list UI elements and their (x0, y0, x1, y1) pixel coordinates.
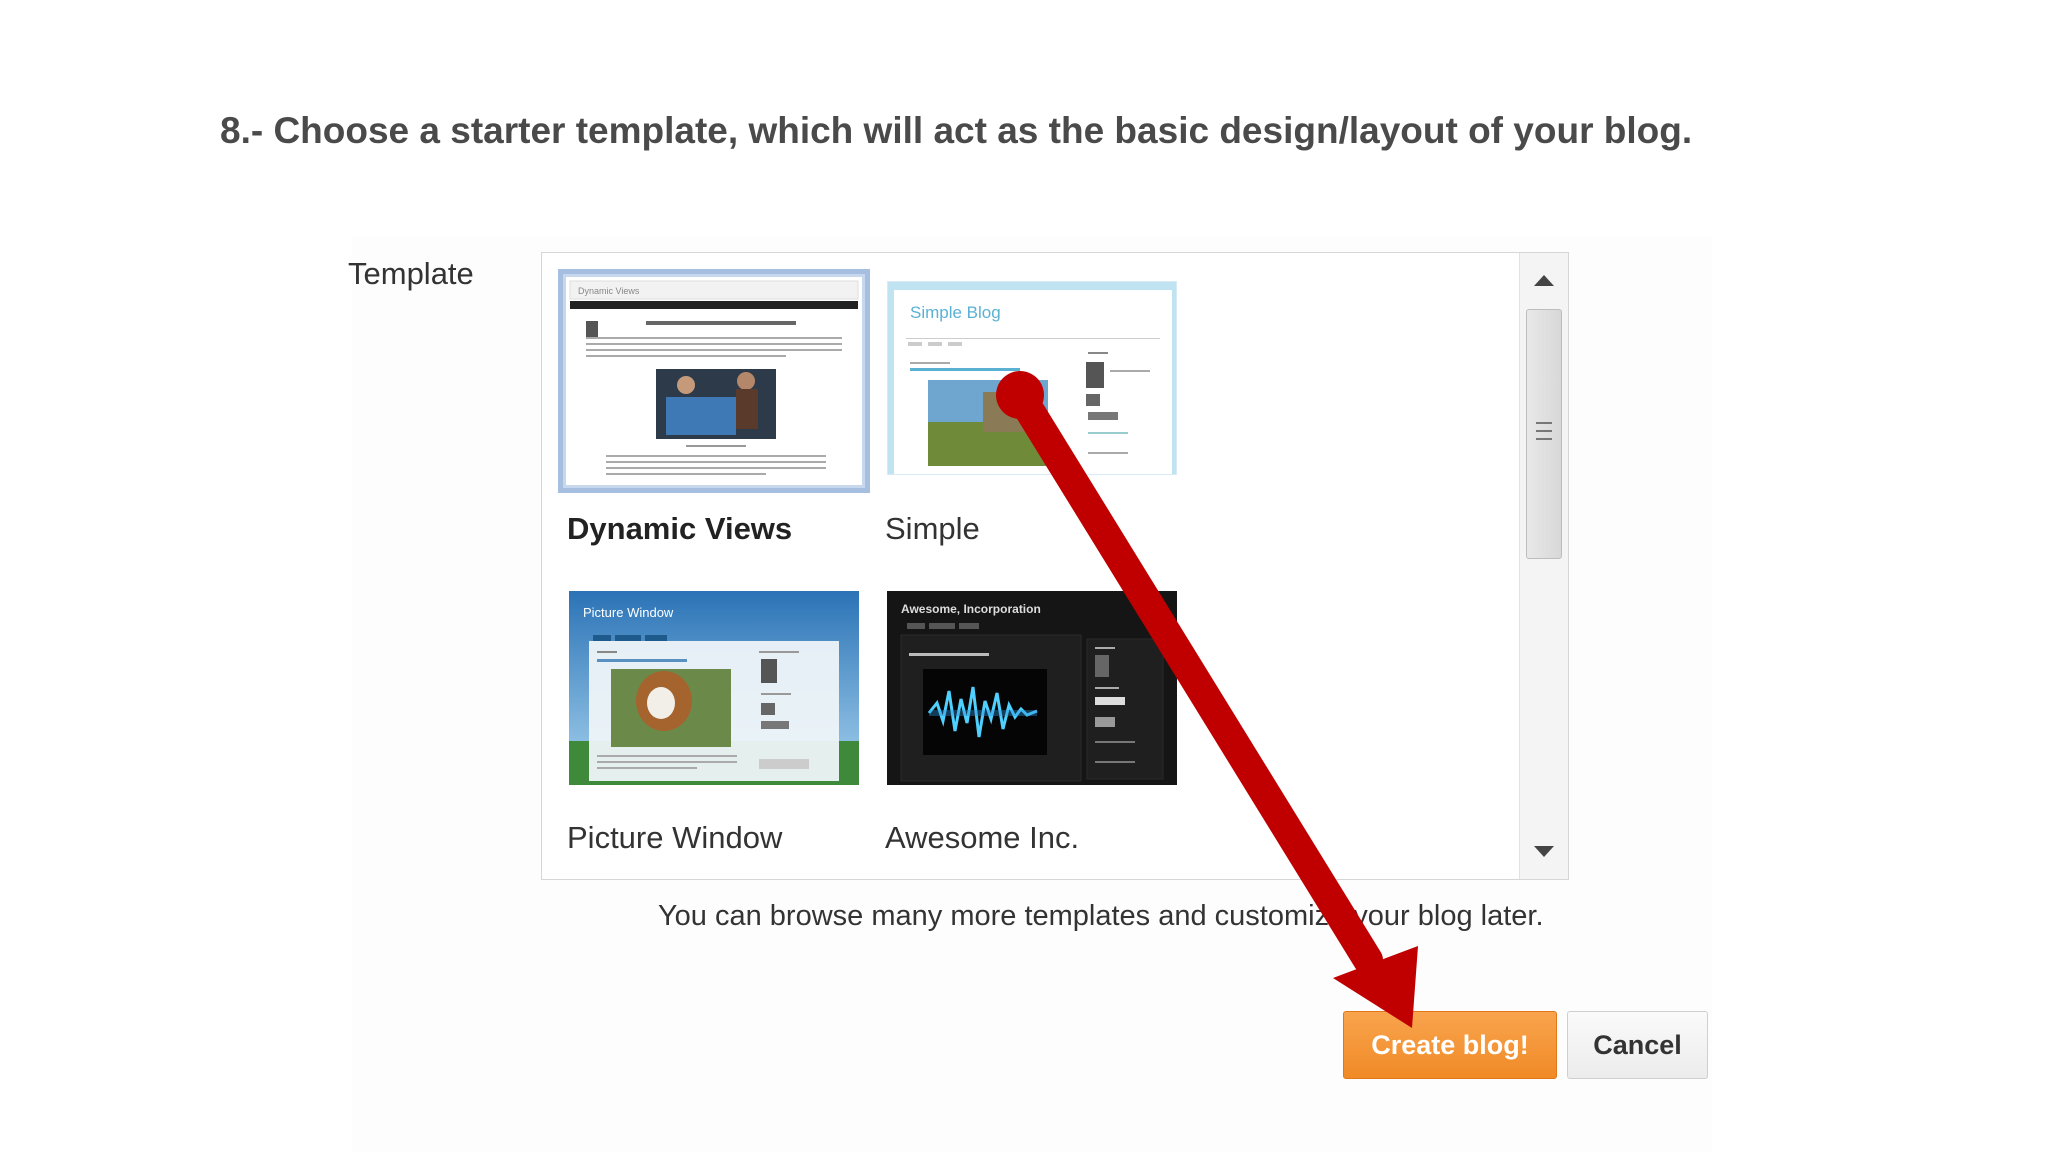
template-thumb-dynamic-views[interactable]: Dynamic Views (558, 269, 870, 493)
browse-templates-note: You can browse many more templates and c… (658, 900, 1544, 932)
scroll-up-icon[interactable] (1534, 275, 1554, 286)
template-label: Template (348, 256, 474, 291)
template-name-simple[interactable]: Simple (885, 511, 980, 547)
scroll-down-icon[interactable] (1534, 846, 1554, 857)
template-name-dynamic-views[interactable]: Dynamic Views (567, 511, 792, 547)
dynamic-views-thumb-title: Dynamic Views (578, 286, 640, 296)
picture-window-preview: Picture Window (569, 591, 859, 785)
awesome-inc-preview: Awesome, Incorporation (887, 591, 1177, 785)
simple-thumb-title: Simple Blog (910, 303, 1001, 322)
template-name-picture-window[interactable]: Picture Window (567, 820, 782, 856)
template-thumb-simple[interactable]: Simple Blog (887, 281, 1177, 475)
create-blog-button[interactable]: Create blog! (1343, 1011, 1557, 1079)
scroll-thumb[interactable] (1526, 309, 1562, 559)
template-picker: Dynamic Views Dynamic Views Simple Blog … (541, 252, 1569, 880)
template-scrollbar[interactable] (1519, 253, 1568, 879)
step-instruction: 8.- Choose a starter template, which wil… (220, 110, 1693, 151)
scroll-grip-line (1536, 430, 1552, 432)
awesome-inc-thumb-title: Awesome, Incorporation (901, 602, 1041, 616)
template-thumb-awesome-inc[interactable]: Awesome, Incorporation (887, 591, 1177, 785)
cancel-button[interactable]: Cancel (1567, 1011, 1708, 1079)
scroll-grip-icon (1536, 422, 1552, 424)
template-thumb-picture-window[interactable]: Picture Window (569, 591, 859, 785)
dynamic-views-preview: Dynamic Views (566, 277, 862, 485)
simple-preview: Simple Blog (888, 282, 1176, 474)
template-name-awesome-inc[interactable]: Awesome Inc. (885, 820, 1079, 856)
scroll-grip-line (1536, 438, 1552, 440)
picture-window-thumb-title: Picture Window (583, 605, 674, 620)
